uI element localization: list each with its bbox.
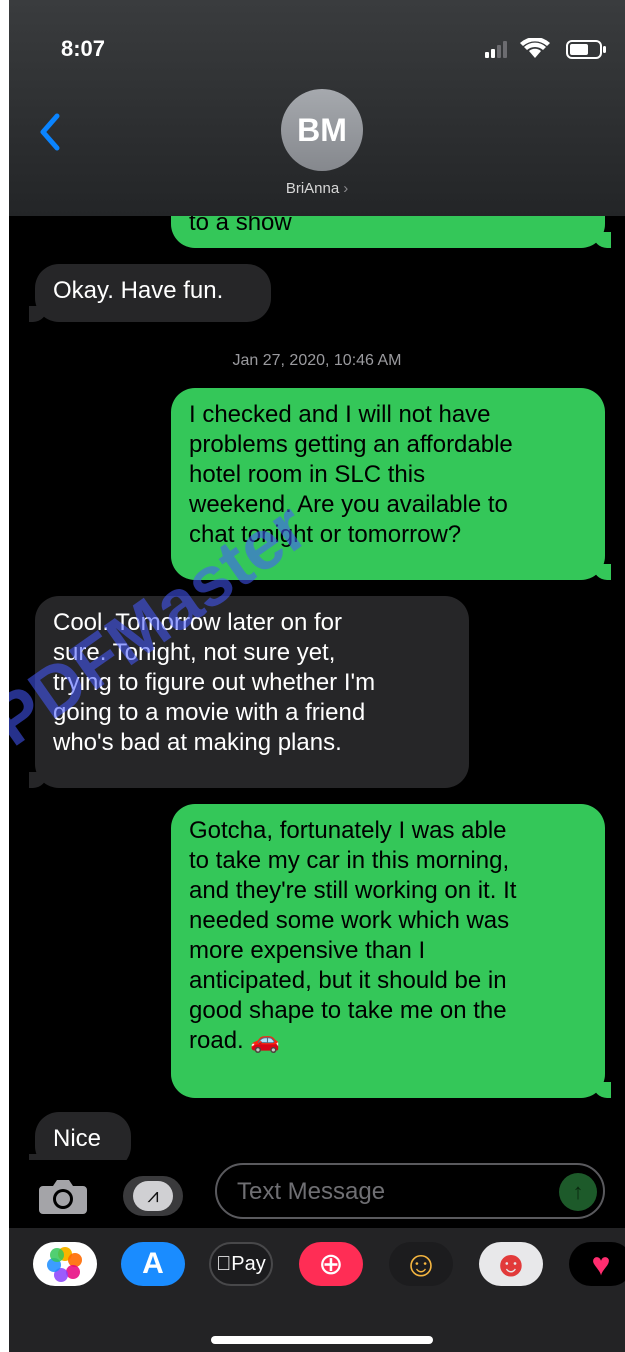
app-store-glyph-icon: ⩘ — [133, 1181, 173, 1211]
compose-bar: ⩘ ↑ — [9, 1160, 625, 1228]
message-input[interactable] — [235, 1173, 539, 1211]
status-time: 8:07 — [61, 36, 106, 61]
messages-screen: to a show Okay. Have fun. Jan 27, 2020, … — [9, 0, 625, 1352]
message-bubble-received[interactable]: Cool. Tomorrow later on for sure. Tonigh… — [29, 596, 469, 788]
chevron-left-icon[interactable] — [35, 110, 65, 154]
cellular-signal-icon — [485, 41, 507, 58]
status-icons — [485, 38, 606, 59]
digital-touch-icon[interactable]: ♥ — [569, 1242, 625, 1286]
memoji-stickers-icon[interactable]: ☻ — [479, 1242, 543, 1286]
search-images-icon[interactable]: ⊕ — [299, 1242, 363, 1286]
battery-icon — [566, 40, 606, 59]
apple-pay-label: Pay — [216, 1252, 265, 1275]
photos-app-icon[interactable] — [33, 1242, 97, 1286]
app-store-button[interactable]: ⩘ — [123, 1176, 183, 1216]
memoji-icon[interactable]: ☺ — [389, 1242, 453, 1286]
memoji-stickers-glyph: ☻ — [492, 1243, 530, 1284]
digital-touch-glyph: ♥ — [591, 1245, 611, 1282]
imessage-app-drawer: A Pay ⊕ ☺ ☻ ♥ — [9, 1228, 625, 1352]
message-bubble-received[interactable]: Okay. Have fun. — [29, 264, 271, 322]
home-indicator[interactable] — [211, 1336, 433, 1344]
send-arrow-icon[interactable]: ↑ — [559, 1173, 597, 1211]
chevron-right-icon: › — [343, 180, 349, 197]
contact-name-button[interactable]: BriAnna › — [9, 180, 625, 197]
message-input-field[interactable]: ↑ — [215, 1163, 605, 1219]
message-text: Nice — [53, 1125, 102, 1152]
message-bubble-sent[interactable]: Gotcha, fortunately I was able to take m… — [171, 804, 611, 1098]
contact-name: BriAnna — [285, 180, 340, 197]
message-text: Gotcha, fortunately I was able to take m… — [189, 817, 517, 1054]
apple-pay-icon[interactable]: Pay — [209, 1242, 273, 1286]
message-text: I checked and I will not have problems g… — [189, 401, 513, 548]
wifi-icon — [520, 38, 550, 58]
message-bubble-received[interactable]: Nice — [29, 1112, 131, 1160]
message-bubble-sent[interactable]: I checked and I will not have problems g… — [171, 388, 611, 580]
message-timestamp: Jan 27, 2020, 10:46 AM — [232, 352, 402, 369]
message-text: Cool. Tomorrow later on for sure. Tonigh… — [53, 609, 376, 756]
avatar[interactable]: BM — [281, 89, 363, 171]
search-images-glyph: ⊕ — [318, 1247, 344, 1281]
photos-flower-icon — [47, 1247, 82, 1282]
conversation-header: 8:07 BM BriAnna › — [9, 0, 625, 216]
app-store-icon[interactable]: A — [121, 1242, 185, 1286]
message-text: Okay. Have fun. — [53, 277, 224, 304]
camera-icon[interactable] — [37, 1176, 89, 1216]
memoji-glyph: ☺ — [402, 1243, 440, 1284]
app-store-letter: A — [142, 1247, 164, 1280]
